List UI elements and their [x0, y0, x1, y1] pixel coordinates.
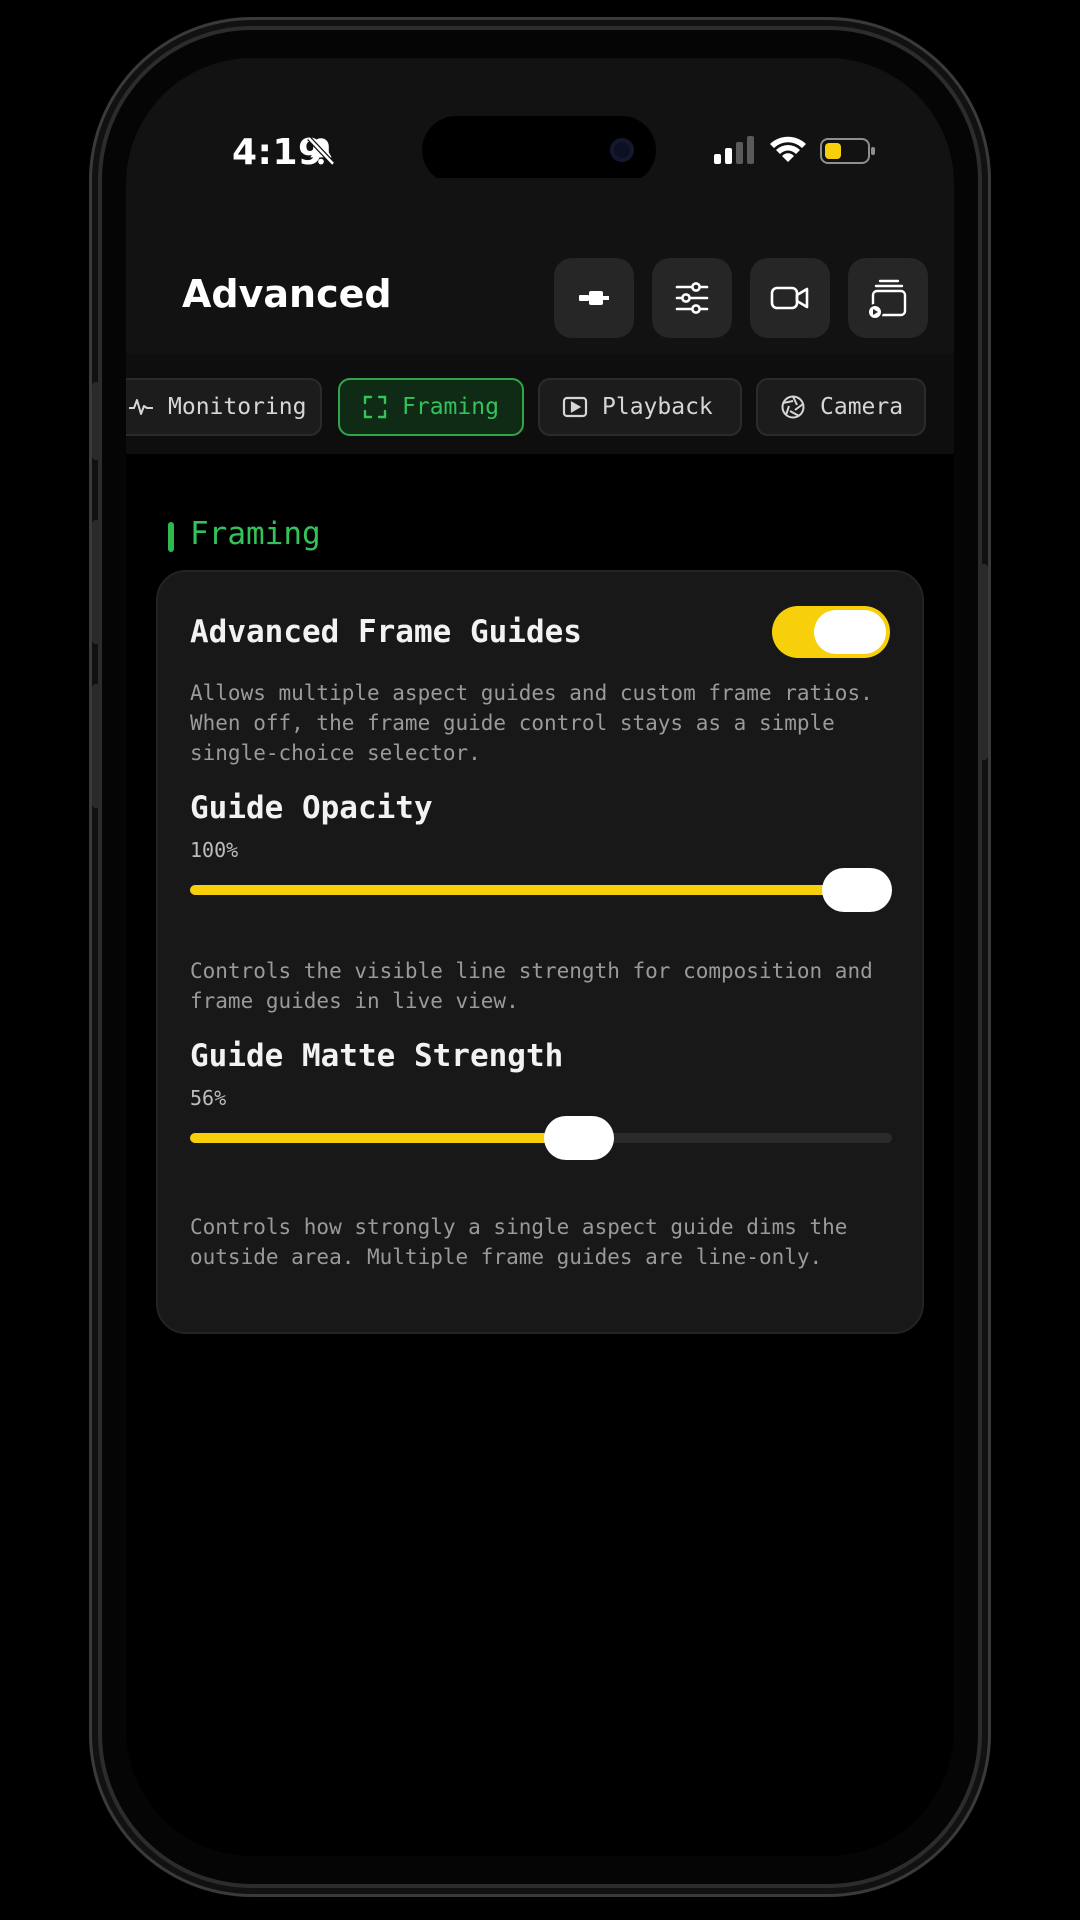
silent-bell-icon	[307, 136, 335, 166]
connector-button[interactable]	[554, 258, 634, 338]
matte-strength-slider[interactable]	[190, 1116, 892, 1160]
frame-corners-icon	[363, 395, 387, 419]
toggle-knob	[814, 610, 886, 654]
screen: 4:19 Advanced Monitoring Framing Playbac…	[126, 58, 954, 1856]
slider-fill	[190, 1133, 579, 1143]
aperture-icon	[781, 395, 805, 419]
frame-guides-description: Allows multiple aspect guides and custom…	[190, 681, 873, 765]
frame-guides-toggle[interactable]	[772, 606, 890, 658]
section-accent-bar	[168, 522, 174, 552]
guide-opacity-title: Guide Opacity	[190, 790, 433, 826]
frame-guides-title: Advanced Frame Guides	[190, 614, 582, 650]
playback-stack-button[interactable]	[848, 258, 928, 338]
slider-fill	[190, 885, 857, 895]
wifi-icon	[770, 136, 806, 162]
connector-icon	[579, 291, 609, 305]
app-header: Advanced	[126, 178, 954, 354]
tab-label: Playback	[602, 394, 713, 420]
battery-icon	[820, 138, 875, 164]
tab-label: Monitoring	[168, 394, 307, 420]
tab-monitoring[interactable]: Monitoring	[126, 378, 322, 436]
settings-card: Advanced Frame Guides Allows multiple as…	[156, 570, 924, 1334]
slider-thumb[interactable]	[822, 868, 892, 912]
action-button	[92, 382, 100, 460]
matte-strength-description: Controls how strongly a single aspect gu…	[190, 1215, 848, 1269]
section-title: Framing	[190, 516, 321, 552]
pulse-icon	[129, 399, 153, 415]
volume-down-button	[92, 684, 100, 808]
guide-opacity-value: 100%	[190, 838, 239, 862]
playback-stack-icon	[867, 279, 907, 320]
tab-bar: Monitoring Framing Playback Camera	[126, 354, 954, 454]
play-box-icon	[562, 396, 588, 418]
slider-thumb[interactable]	[543, 1116, 614, 1160]
volume-up-button	[92, 520, 100, 644]
status-bar: 4:19	[126, 58, 954, 184]
cellular-signal-icon	[714, 136, 754, 164]
phone-frame: 4:19 Advanced Monitoring Framing Playbac…	[102, 30, 978, 1884]
adjustments-button[interactable]	[652, 258, 732, 338]
tab-label: Camera	[820, 394, 904, 420]
matte-strength-value: 56%	[190, 1086, 227, 1110]
camera-button[interactable]	[750, 258, 830, 338]
sliders-icon	[675, 282, 709, 314]
guide-opacity-slider[interactable]	[190, 868, 892, 912]
tab-playback[interactable]: Playback	[538, 378, 742, 436]
dynamic-island	[422, 116, 656, 184]
power-button	[980, 564, 988, 760]
page-title: Advanced	[182, 272, 392, 316]
matte-strength-title: Guide Matte Strength	[190, 1038, 564, 1074]
tab-label: Framing	[402, 394, 499, 420]
video-camera-icon	[770, 286, 809, 310]
guide-opacity-description: Controls the visible line strength for c…	[190, 959, 873, 1013]
tab-camera[interactable]: Camera	[756, 378, 926, 436]
tab-framing[interactable]: Framing	[338, 378, 524, 436]
